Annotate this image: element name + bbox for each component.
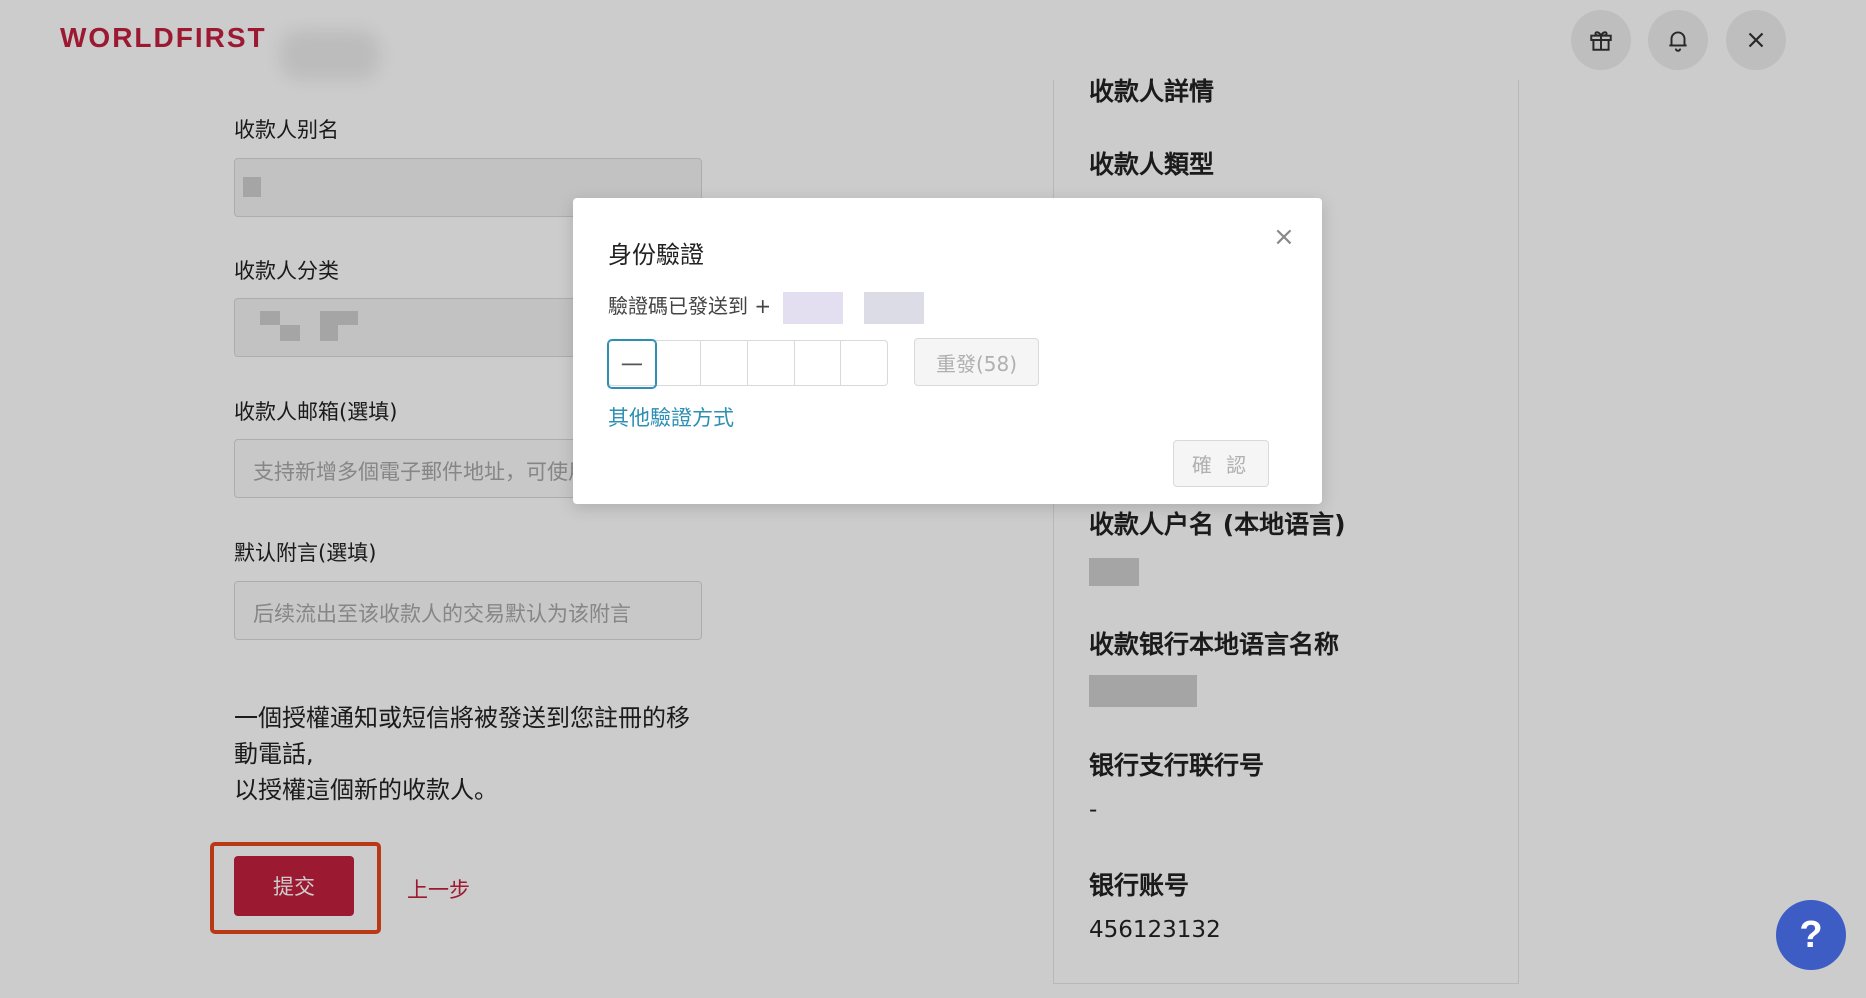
help-button[interactable]: ? bbox=[1776, 900, 1846, 970]
code-digit-2[interactable] bbox=[655, 341, 702, 385]
dialog-title: 身份驗證 bbox=[608, 241, 704, 269]
code-digit-1[interactable]: 一 bbox=[608, 340, 656, 388]
other-verification-link[interactable]: 其他驗證方式 bbox=[608, 402, 734, 432]
confirm-button[interactable]: 確 認 bbox=[1173, 440, 1269, 487]
code-sent-label: 驗證碼已發送到 + bbox=[608, 294, 772, 318]
verification-code-input[interactable]: 一 bbox=[608, 340, 888, 388]
dialog-close-icon[interactable]: × bbox=[1273, 224, 1295, 250]
redacted-phone bbox=[783, 291, 844, 324]
code-sent-text: 驗證碼已發送到 + bbox=[608, 290, 924, 324]
redacted-phone bbox=[863, 291, 924, 324]
code-digit-3[interactable] bbox=[701, 341, 749, 385]
code-digit-4[interactable] bbox=[748, 341, 795, 385]
code-digit-6[interactable] bbox=[841, 341, 887, 385]
code-digit-5[interactable] bbox=[795, 341, 842, 385]
identity-verification-dialog: 身份驗證 × 驗證碼已發送到 + 一 重發(58) 其他驗證方式 確 認 bbox=[573, 198, 1322, 504]
resend-button[interactable]: 重發(58) bbox=[914, 338, 1039, 386]
